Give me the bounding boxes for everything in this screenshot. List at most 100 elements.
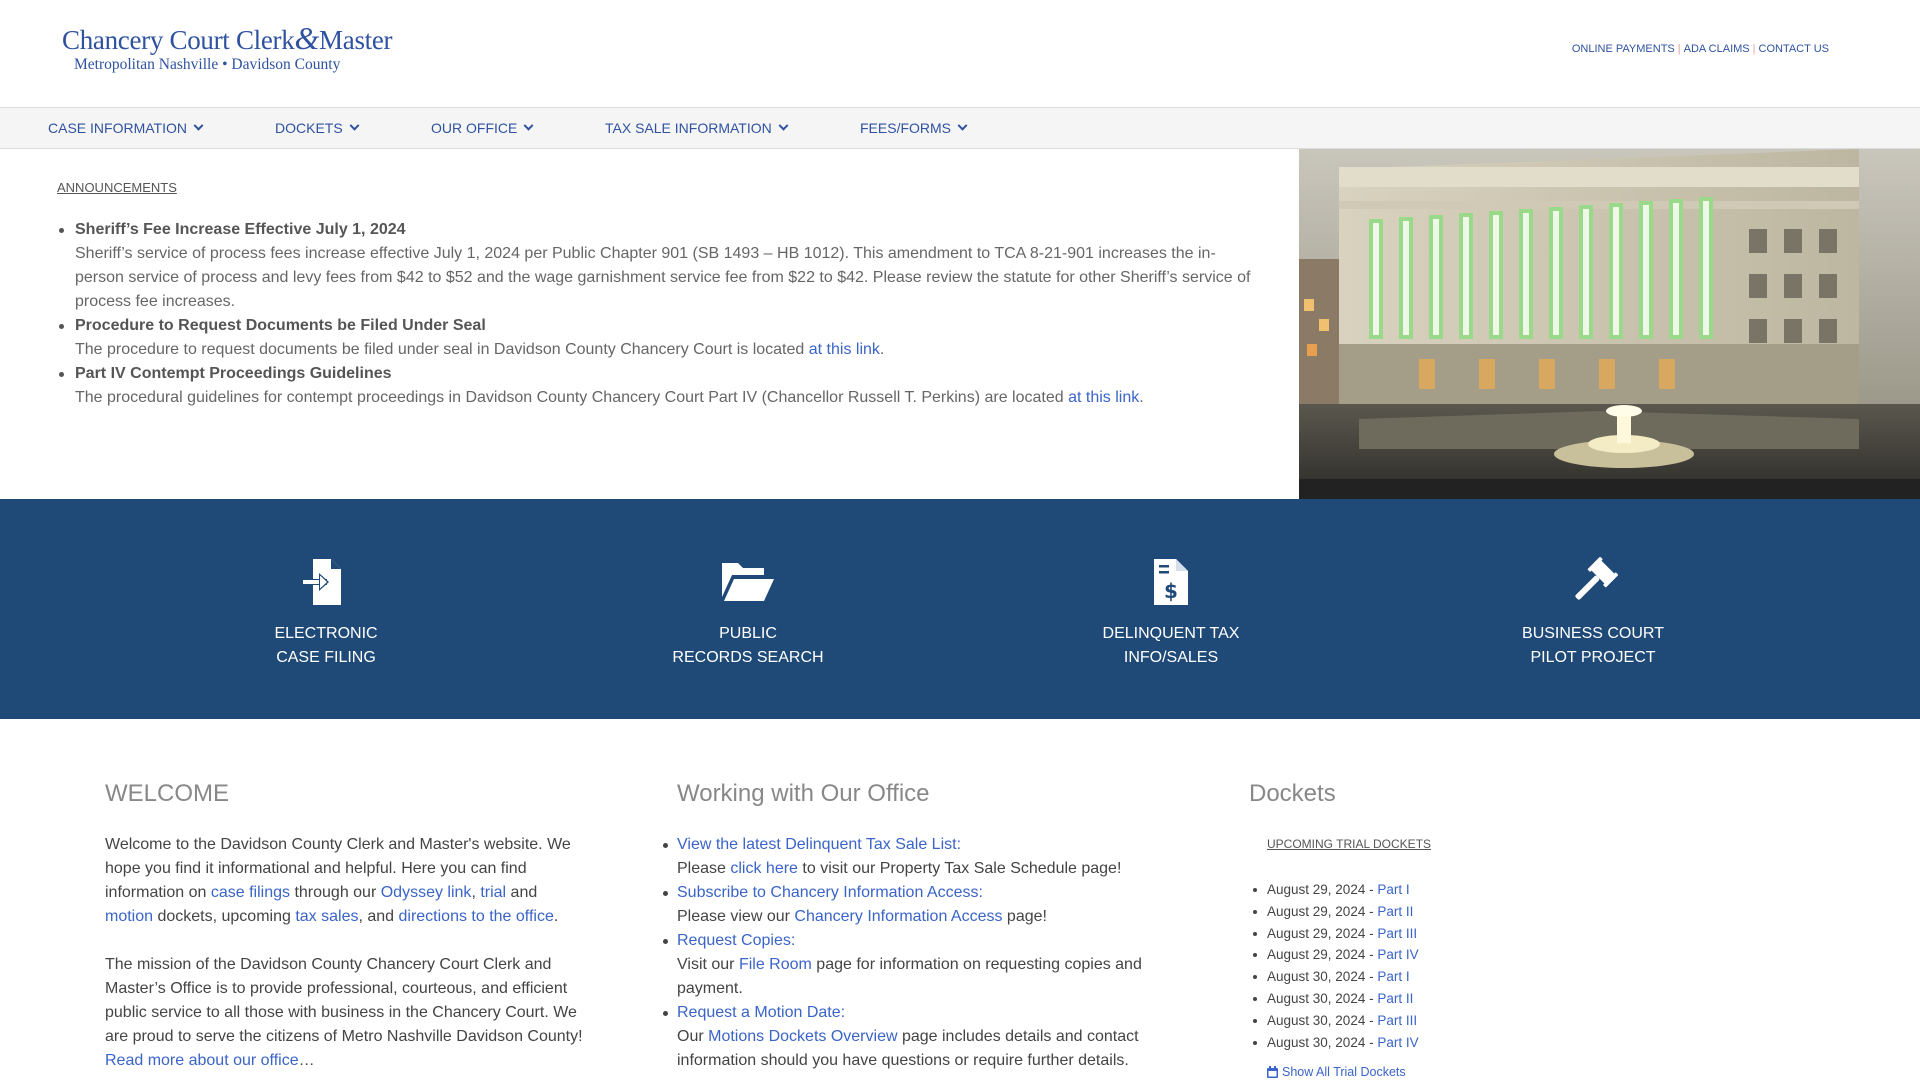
announcement-heading: Procedure to Request Documents be Filed … xyxy=(75,317,486,334)
nav-fees-forms[interactable]: FEES/FORMS xyxy=(860,120,968,136)
utility-links: ONLINE PAYMENTS | ADA CLAIMS | CONTACT U… xyxy=(1569,43,1832,55)
online-payments-link[interactable]: ONLINE PAYMENTS xyxy=(1569,43,1678,55)
file-import-icon xyxy=(196,557,456,607)
nav-case-information[interactable]: CASE INFORMATION xyxy=(48,120,204,136)
chevron-down-icon xyxy=(523,120,534,131)
chevron-down-icon xyxy=(193,120,204,131)
chancery-info-access-link[interactable]: Chancery Information Access xyxy=(794,908,1002,925)
docket-part-link[interactable]: Part II xyxy=(1377,904,1413,919)
tax-sales-link[interactable]: tax sales xyxy=(295,908,358,925)
working-title: Working with Our Office xyxy=(677,780,930,807)
quick-links-band: ELECTRONIC CASE FILING PUBLIC RECORDS SEAR… xyxy=(0,499,1920,719)
chevron-down-icon xyxy=(349,120,360,131)
tile-label: DELINQUENT TAX INFO/SALES xyxy=(1102,625,1240,666)
welcome-section: WELCOME Welcome to the Davidson County C… xyxy=(105,780,585,1073)
docket-item: August 30, 2024 - Part II xyxy=(1253,988,1649,1010)
mission-statement: The mission of the Davidson County Chanc… xyxy=(105,956,583,1069)
upcoming-trial-dockets-title: UPCOMING TRIAL DOCKETS xyxy=(1267,837,1432,851)
tile-label: ELECTRONIC CASE FILING xyxy=(274,625,378,666)
calendar-icon xyxy=(1267,1066,1278,1079)
announcement-body: Sheriff’s service of process fees increa… xyxy=(75,245,1251,310)
docket-item: August 29, 2024 - Part III xyxy=(1253,923,1649,945)
tile-label: BUSINESS COURT PILOT PROJECT xyxy=(1522,625,1664,666)
working-item: View the latest Delinquent Tax Sale List… xyxy=(663,833,1157,881)
welcome-title: WELCOME xyxy=(105,780,230,807)
announcement-body: The procedure to request documents be fi… xyxy=(75,341,885,358)
docket-part-link[interactable]: Part III xyxy=(1377,1013,1417,1028)
welcome-intro: Welcome to the Davidson County Clerk and… xyxy=(105,836,571,925)
docket-item: August 29, 2024 - Part II xyxy=(1253,901,1649,923)
dockets-section: Dockets UPCOMING TRIAL DOCKETS August 29… xyxy=(1249,780,1649,1079)
motion-link[interactable]: motion xyxy=(105,908,153,925)
svg-text:$: $ xyxy=(1164,579,1178,603)
tile-label: PUBLIC RECORDS SEARCH xyxy=(672,625,824,666)
chevron-down-icon xyxy=(957,120,968,131)
tax-sale-list-link[interactable]: View the latest Delinquent Tax Sale List… xyxy=(677,836,961,853)
docket-part-link[interactable]: Part II xyxy=(1377,991,1413,1006)
trial-link[interactable]: trial xyxy=(480,884,506,901)
odyssey-link[interactable]: Odyssey link xyxy=(381,884,472,901)
announcement-item: Part IV Contempt Proceedings Guidelines … xyxy=(57,362,1257,410)
working-list: View the latest Delinquent Tax Sale List… xyxy=(663,833,1157,1073)
working-with-office-section: Working with Our Office View the latest … xyxy=(663,780,1157,1073)
ada-claims-link[interactable]: ADA CLAIMS xyxy=(1681,43,1753,55)
announcements-title: ANNOUNCEMENTS xyxy=(57,180,177,195)
nav-label: OUR OFFICE xyxy=(431,120,518,136)
click-here-link[interactable]: click here xyxy=(730,860,798,877)
docket-item: August 30, 2024 - Part IV xyxy=(1253,1032,1649,1054)
motions-dockets-overview-link[interactable]: Motions Dockets Overview xyxy=(708,1028,897,1045)
working-item: Request Copies: Visit our File Room page… xyxy=(663,929,1157,1001)
subscribe-info-access-link[interactable]: Subscribe to Chancery Information Access… xyxy=(677,884,983,901)
nav-tax-sale-information[interactable]: TAX SALE INFORMATION xyxy=(605,120,789,136)
logo-subtitle: Metropolitan Nashville • Davidson County xyxy=(74,56,341,73)
public-records-search-tile[interactable]: PUBLIC RECORDS SEARCH xyxy=(618,557,878,670)
chevron-down-icon xyxy=(778,120,789,131)
nav-label: DOCKETS xyxy=(275,120,343,136)
docket-part-link[interactable]: Part IV xyxy=(1377,1035,1418,1050)
request-copies-link[interactable]: Request Copies: xyxy=(677,932,795,949)
courthouse-photo xyxy=(1299,149,1920,499)
docket-item: August 30, 2024 - Part I xyxy=(1253,966,1649,988)
nav-label: TAX SALE INFORMATION xyxy=(605,120,772,136)
announcement-item: Sheriff’s Fee Increase Effective July 1,… xyxy=(57,218,1257,314)
file-invoice-dollar-icon: $ xyxy=(1041,557,1301,607)
contempt-guidelines-link[interactable]: at this link xyxy=(1068,389,1139,406)
announcement-item: Procedure to Request Documents be Filed … xyxy=(57,314,1257,362)
business-court-tile[interactable]: BUSINESS COURT PILOT PROJECT xyxy=(1463,557,1723,670)
request-motion-date-link[interactable]: Request a Motion Date: xyxy=(677,1004,845,1021)
delinquent-tax-tile[interactable]: $ DELINQUENT TAX INFO/SALES xyxy=(1041,557,1301,670)
nav-label: CASE INFORMATION xyxy=(48,120,187,136)
docket-part-link[interactable]: Part I xyxy=(1377,882,1409,897)
main-nav: CASE INFORMATION DOCKETS OUR OFFICE TAX … xyxy=(0,107,1920,149)
announcement-body: The procedural guidelines for contempt p… xyxy=(75,389,1144,406)
docket-item: August 29, 2024 - Part IV xyxy=(1253,944,1649,966)
courthouse-illustration xyxy=(1299,149,1920,499)
file-room-link[interactable]: File Room xyxy=(739,956,812,973)
announcements-list: Sheriff’s Fee Increase Effective July 1,… xyxy=(57,218,1257,410)
announcement-heading: Part IV Contempt Proceedings Guidelines xyxy=(75,365,392,382)
contact-us-link[interactable]: CONTACT US xyxy=(1756,43,1833,55)
announcement-heading: Sheriff’s Fee Increase Effective July 1,… xyxy=(75,221,406,238)
nav-label: FEES/FORMS xyxy=(860,120,952,136)
docket-item: August 29, 2024 - Part I xyxy=(1253,879,1649,901)
read-more-link[interactable]: Read more about our office xyxy=(105,1052,299,1069)
nav-our-office[interactable]: OUR OFFICE xyxy=(431,120,534,136)
docket-part-link[interactable]: Part I xyxy=(1377,969,1409,984)
docket-part-link[interactable]: Part IV xyxy=(1377,947,1418,962)
site-logo[interactable]: Chancery Court Clerk&Master Metropolitan… xyxy=(62,22,393,75)
gavel-icon xyxy=(1463,557,1723,607)
announcements-section: ANNOUNCEMENTS Sheriff’s Fee Increase Eff… xyxy=(0,149,1299,499)
electronic-case-filing-tile[interactable]: ELECTRONIC CASE FILING xyxy=(196,557,456,670)
directions-link[interactable]: directions to the office xyxy=(399,908,554,925)
docket-part-link[interactable]: Part III xyxy=(1377,926,1417,941)
working-item: Subscribe to Chancery Information Access… xyxy=(663,881,1157,929)
working-item: Request a Motion Date: Our Motions Docke… xyxy=(663,1001,1157,1073)
seal-procedure-link[interactable]: at this link xyxy=(809,341,880,358)
folder-open-icon xyxy=(618,557,878,607)
site-header: Chancery Court Clerk&Master Metropolitan… xyxy=(0,0,1920,107)
case-filings-link[interactable]: case filings xyxy=(211,884,290,901)
nav-dockets[interactable]: DOCKETS xyxy=(275,120,360,136)
docket-list: August 29, 2024 - Part I August 29, 2024… xyxy=(1253,879,1649,1054)
show-all-trial-dockets-link[interactable]: Show All Trial Dockets xyxy=(1267,1065,1649,1079)
docket-item: August 30, 2024 - Part III xyxy=(1253,1010,1649,1032)
